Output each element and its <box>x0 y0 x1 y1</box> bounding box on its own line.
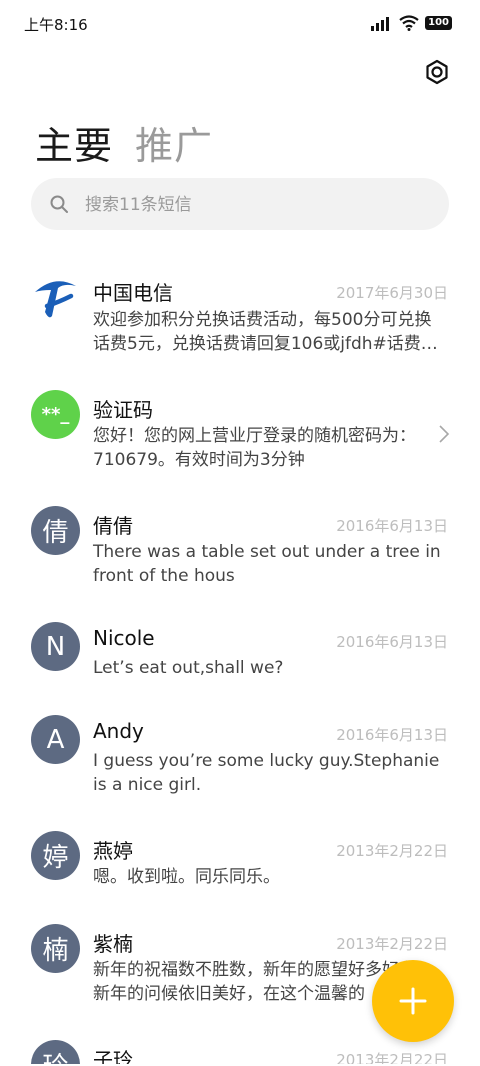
contact-name: Andy <box>93 719 144 743</box>
status-time: 上午8:16 <box>24 16 88 34</box>
telecom-logo-icon <box>35 281 76 318</box>
search-input[interactable] <box>83 178 427 232</box>
avatar: **_ <box>31 390 80 439</box>
avatar: 楠 <box>31 924 80 973</box>
status-bar: 上午8:16 100 <box>0 0 480 44</box>
avatar: N <box>31 622 80 671</box>
wifi-icon <box>399 15 419 31</box>
contact-name: 倩倩 <box>93 514 133 538</box>
contact-name: 子玲 <box>93 1048 133 1064</box>
battery-indicator: 100 <box>425 16 452 30</box>
message-preview: 欢迎参加积分兑换话费活动，每500分可兑换话费5元，兑换话费请回复106或jfd… <box>93 310 438 354</box>
avatar: A <box>31 715 80 764</box>
tab-main[interactable]: 主要 <box>35 115 113 170</box>
tab-promo[interactable]: 推广 <box>135 115 213 170</box>
message-row[interactable]: 倩 倩倩 2016年6月13日 There was a table set ou… <box>0 490 480 606</box>
status-icons: 100 <box>371 14 452 32</box>
message-preview: I guess you’re some lucky guy.Stephanie … <box>93 751 440 795</box>
message-date: 2013年2月22日 <box>336 842 448 860</box>
settings-button[interactable] <box>422 57 452 87</box>
chevron-right-icon[interactable] <box>438 424 450 444</box>
avatar: 倩 <box>31 506 80 555</box>
message-date: 2016年6月13日 <box>336 633 448 651</box>
signal-icon <box>371 17 390 31</box>
gear-icon <box>426 59 448 85</box>
plus-icon <box>399 987 427 1015</box>
message-preview: Let’s eat out,shall we? <box>93 658 284 678</box>
message-row[interactable]: 中国电信 2017年6月30日 欢迎参加积分兑换话费活动，每500分可兑换话费5… <box>0 258 480 374</box>
message-row[interactable]: **_ 验证码 您好！您的网上营业厅登录的随机密码为：710679。有效时间为3… <box>0 374 480 490</box>
message-row[interactable]: A Andy 2016年6月13日 I guess you’re some lu… <box>0 699 480 815</box>
contact-name: 紫楠 <box>93 932 133 956</box>
message-preview: 嗯。收到啦。同乐同乐。 <box>93 867 280 887</box>
avatar <box>31 272 80 321</box>
message-date: 2017年6月30日 <box>336 284 448 302</box>
contact-name: 中国电信 <box>93 281 173 305</box>
contact-name: Nicole <box>93 626 155 650</box>
message-preview: There was a table set out under a tree i… <box>93 542 441 586</box>
message-preview: 您好！您的网上营业厅登录的随机密码为：710679。有效时间为3分钟 <box>93 426 416 470</box>
search-bar[interactable] <box>31 178 449 232</box>
avatar: 婷 <box>31 831 80 880</box>
new-message-button[interactable] <box>372 960 454 1042</box>
contact-name: 燕婷 <box>93 839 133 863</box>
message-list: 中国电信 2017年6月30日 欢迎参加积分兑换话费活动，每500分可兑换话费5… <box>0 258 480 1064</box>
message-date: 2013年2月22日 <box>336 935 448 953</box>
message-date: 2013年2月22日 <box>336 1051 448 1064</box>
contact-name: 验证码 <box>93 398 153 422</box>
message-row[interactable]: 婷 燕婷 2013年2月22日 嗯。收到啦。同乐同乐。 <box>0 815 480 908</box>
message-date: 2016年6月13日 <box>336 726 448 744</box>
message-row[interactable]: N Nicole 2016年6月13日 Let’s eat out,shall … <box>0 606 480 699</box>
message-date: 2016年6月13日 <box>336 517 448 535</box>
avatar: 玲 <box>31 1040 80 1064</box>
search-icon <box>50 195 68 213</box>
tab-bar: 主要 推广 <box>35 115 213 170</box>
